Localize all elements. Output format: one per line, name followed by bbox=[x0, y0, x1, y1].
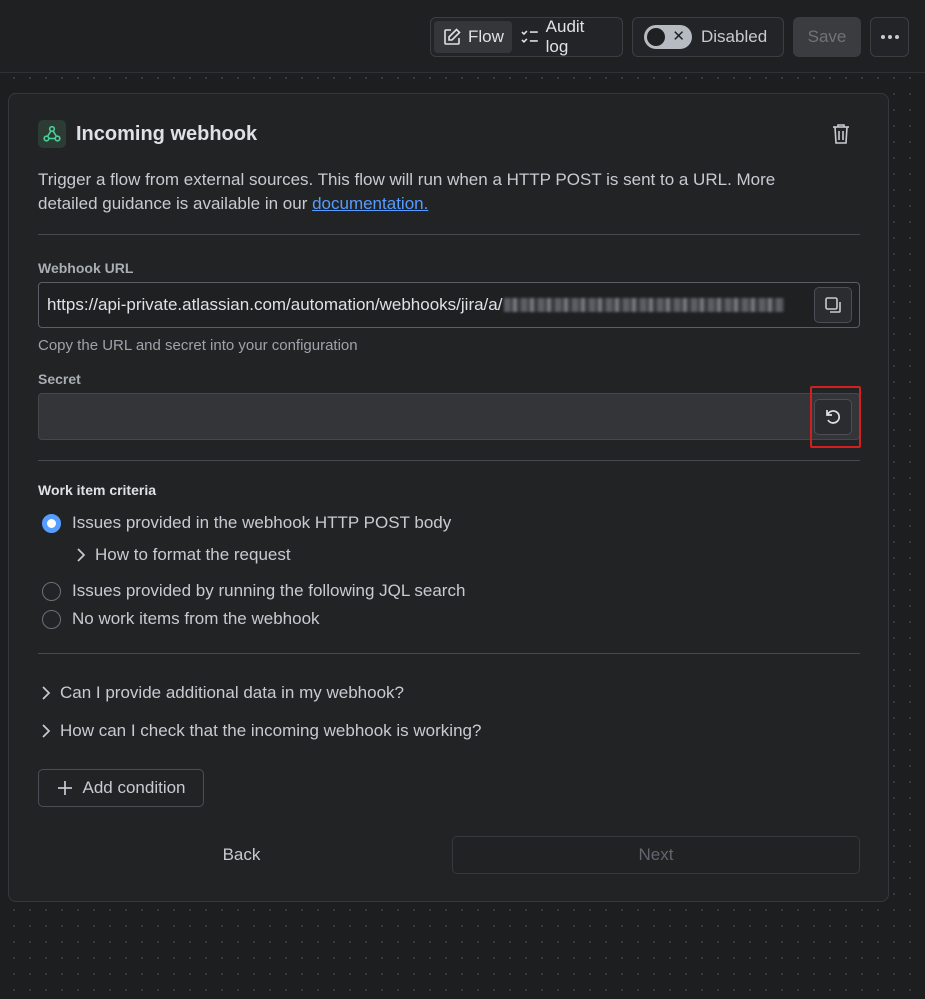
webhook-url-label: Webhook URL bbox=[38, 260, 134, 276]
expander-label: How to format the request bbox=[95, 545, 291, 564]
trash-icon[interactable] bbox=[830, 122, 852, 146]
radio-label: Issues provided in the webhook HTTP POST… bbox=[72, 513, 452, 532]
radio-no-work-items[interactable]: No work items from the webhook bbox=[42, 609, 320, 629]
trigger-config-panel: Incoming webhook Trigger a flow from ext… bbox=[8, 93, 889, 902]
radio-unchecked-icon[interactable] bbox=[42, 581, 61, 601]
chevron-right-icon bbox=[77, 548, 86, 562]
checklist-icon bbox=[521, 30, 538, 44]
copy-icon bbox=[825, 297, 841, 313]
webhook-url-field[interactable]: https://api-private.atlassian.com/automa… bbox=[38, 282, 860, 328]
trigger-description: Trigger a flow from external sources. Th… bbox=[38, 168, 838, 216]
tab-flow[interactable]: Flow bbox=[434, 21, 512, 53]
radio-label: Issues provided by running the following… bbox=[72, 581, 466, 600]
enable-toggle[interactable]: ✕ bbox=[644, 25, 692, 49]
add-condition-button[interactable]: Add condition bbox=[38, 769, 204, 807]
more-dot-icon bbox=[894, 35, 899, 39]
radio-label: No work items from the webhook bbox=[72, 609, 320, 628]
radio-checked-icon[interactable] bbox=[42, 513, 61, 533]
add-condition-label: Add condition bbox=[82, 778, 186, 797]
tab-audit-log-label: Audit log bbox=[545, 17, 585, 56]
back-button[interactable]: Back bbox=[38, 836, 445, 874]
refresh-icon bbox=[826, 410, 840, 424]
toggle-knob bbox=[647, 28, 665, 46]
criteria-label: Work item criteria bbox=[38, 482, 157, 498]
documentation-link[interactable]: documentation. bbox=[312, 194, 428, 213]
chevron-right-icon bbox=[42, 724, 51, 738]
more-actions-button[interactable] bbox=[870, 17, 909, 57]
edit-icon bbox=[444, 28, 461, 45]
radio-jql-search[interactable]: Issues provided by running the following… bbox=[42, 581, 465, 601]
radio-webhook-body[interactable]: Issues provided in the webhook HTTP POST… bbox=[42, 513, 451, 533]
secret-label: Secret bbox=[38, 371, 81, 387]
format-request-expander[interactable]: How to format the request bbox=[75, 545, 291, 565]
next-button[interactable]: Next bbox=[452, 836, 860, 874]
page-title: Incoming webhook bbox=[76, 122, 258, 145]
faq-label: How can I check that the incoming webhoo… bbox=[60, 721, 482, 740]
webhook-url-value: https://api-private.atlassian.com/automa… bbox=[47, 295, 503, 314]
save-button[interactable]: Save bbox=[793, 17, 861, 57]
close-icon: ✕ bbox=[672, 28, 685, 45]
more-dot-icon bbox=[880, 35, 885, 39]
tab-flow-label: Flow bbox=[468, 27, 504, 46]
divider bbox=[38, 234, 860, 235]
redacted-url-segment bbox=[504, 298, 785, 312]
divider bbox=[38, 460, 860, 461]
chevron-right-icon bbox=[42, 686, 51, 700]
top-toolbar: Flow Audit log ✕ Disabled Save bbox=[0, 0, 925, 73]
webhook-icon bbox=[38, 120, 66, 148]
faq-label: Can I provide additional data in my webh… bbox=[60, 683, 404, 702]
regenerate-secret-button[interactable] bbox=[814, 399, 852, 435]
panel-header: Incoming webhook bbox=[38, 120, 257, 148]
faq-check-working[interactable]: How can I check that the incoming webhoo… bbox=[40, 721, 481, 741]
divider bbox=[38, 653, 860, 654]
toggle-status-label: Disabled bbox=[701, 27, 768, 46]
view-switcher: Flow Audit log bbox=[430, 17, 623, 57]
more-dot-icon bbox=[887, 35, 892, 39]
plus-icon bbox=[58, 781, 73, 795]
enable-toggle-container: ✕ Disabled bbox=[632, 17, 784, 57]
radio-unchecked-icon[interactable] bbox=[42, 609, 61, 629]
copy-url-button[interactable] bbox=[814, 287, 852, 323]
tab-audit-log[interactable]: Audit log bbox=[512, 17, 619, 56]
faq-additional-data[interactable]: Can I provide additional data in my webh… bbox=[40, 683, 404, 703]
copy-hint: Copy the URL and secret into your config… bbox=[38, 337, 358, 354]
secret-field[interactable] bbox=[38, 393, 860, 440]
